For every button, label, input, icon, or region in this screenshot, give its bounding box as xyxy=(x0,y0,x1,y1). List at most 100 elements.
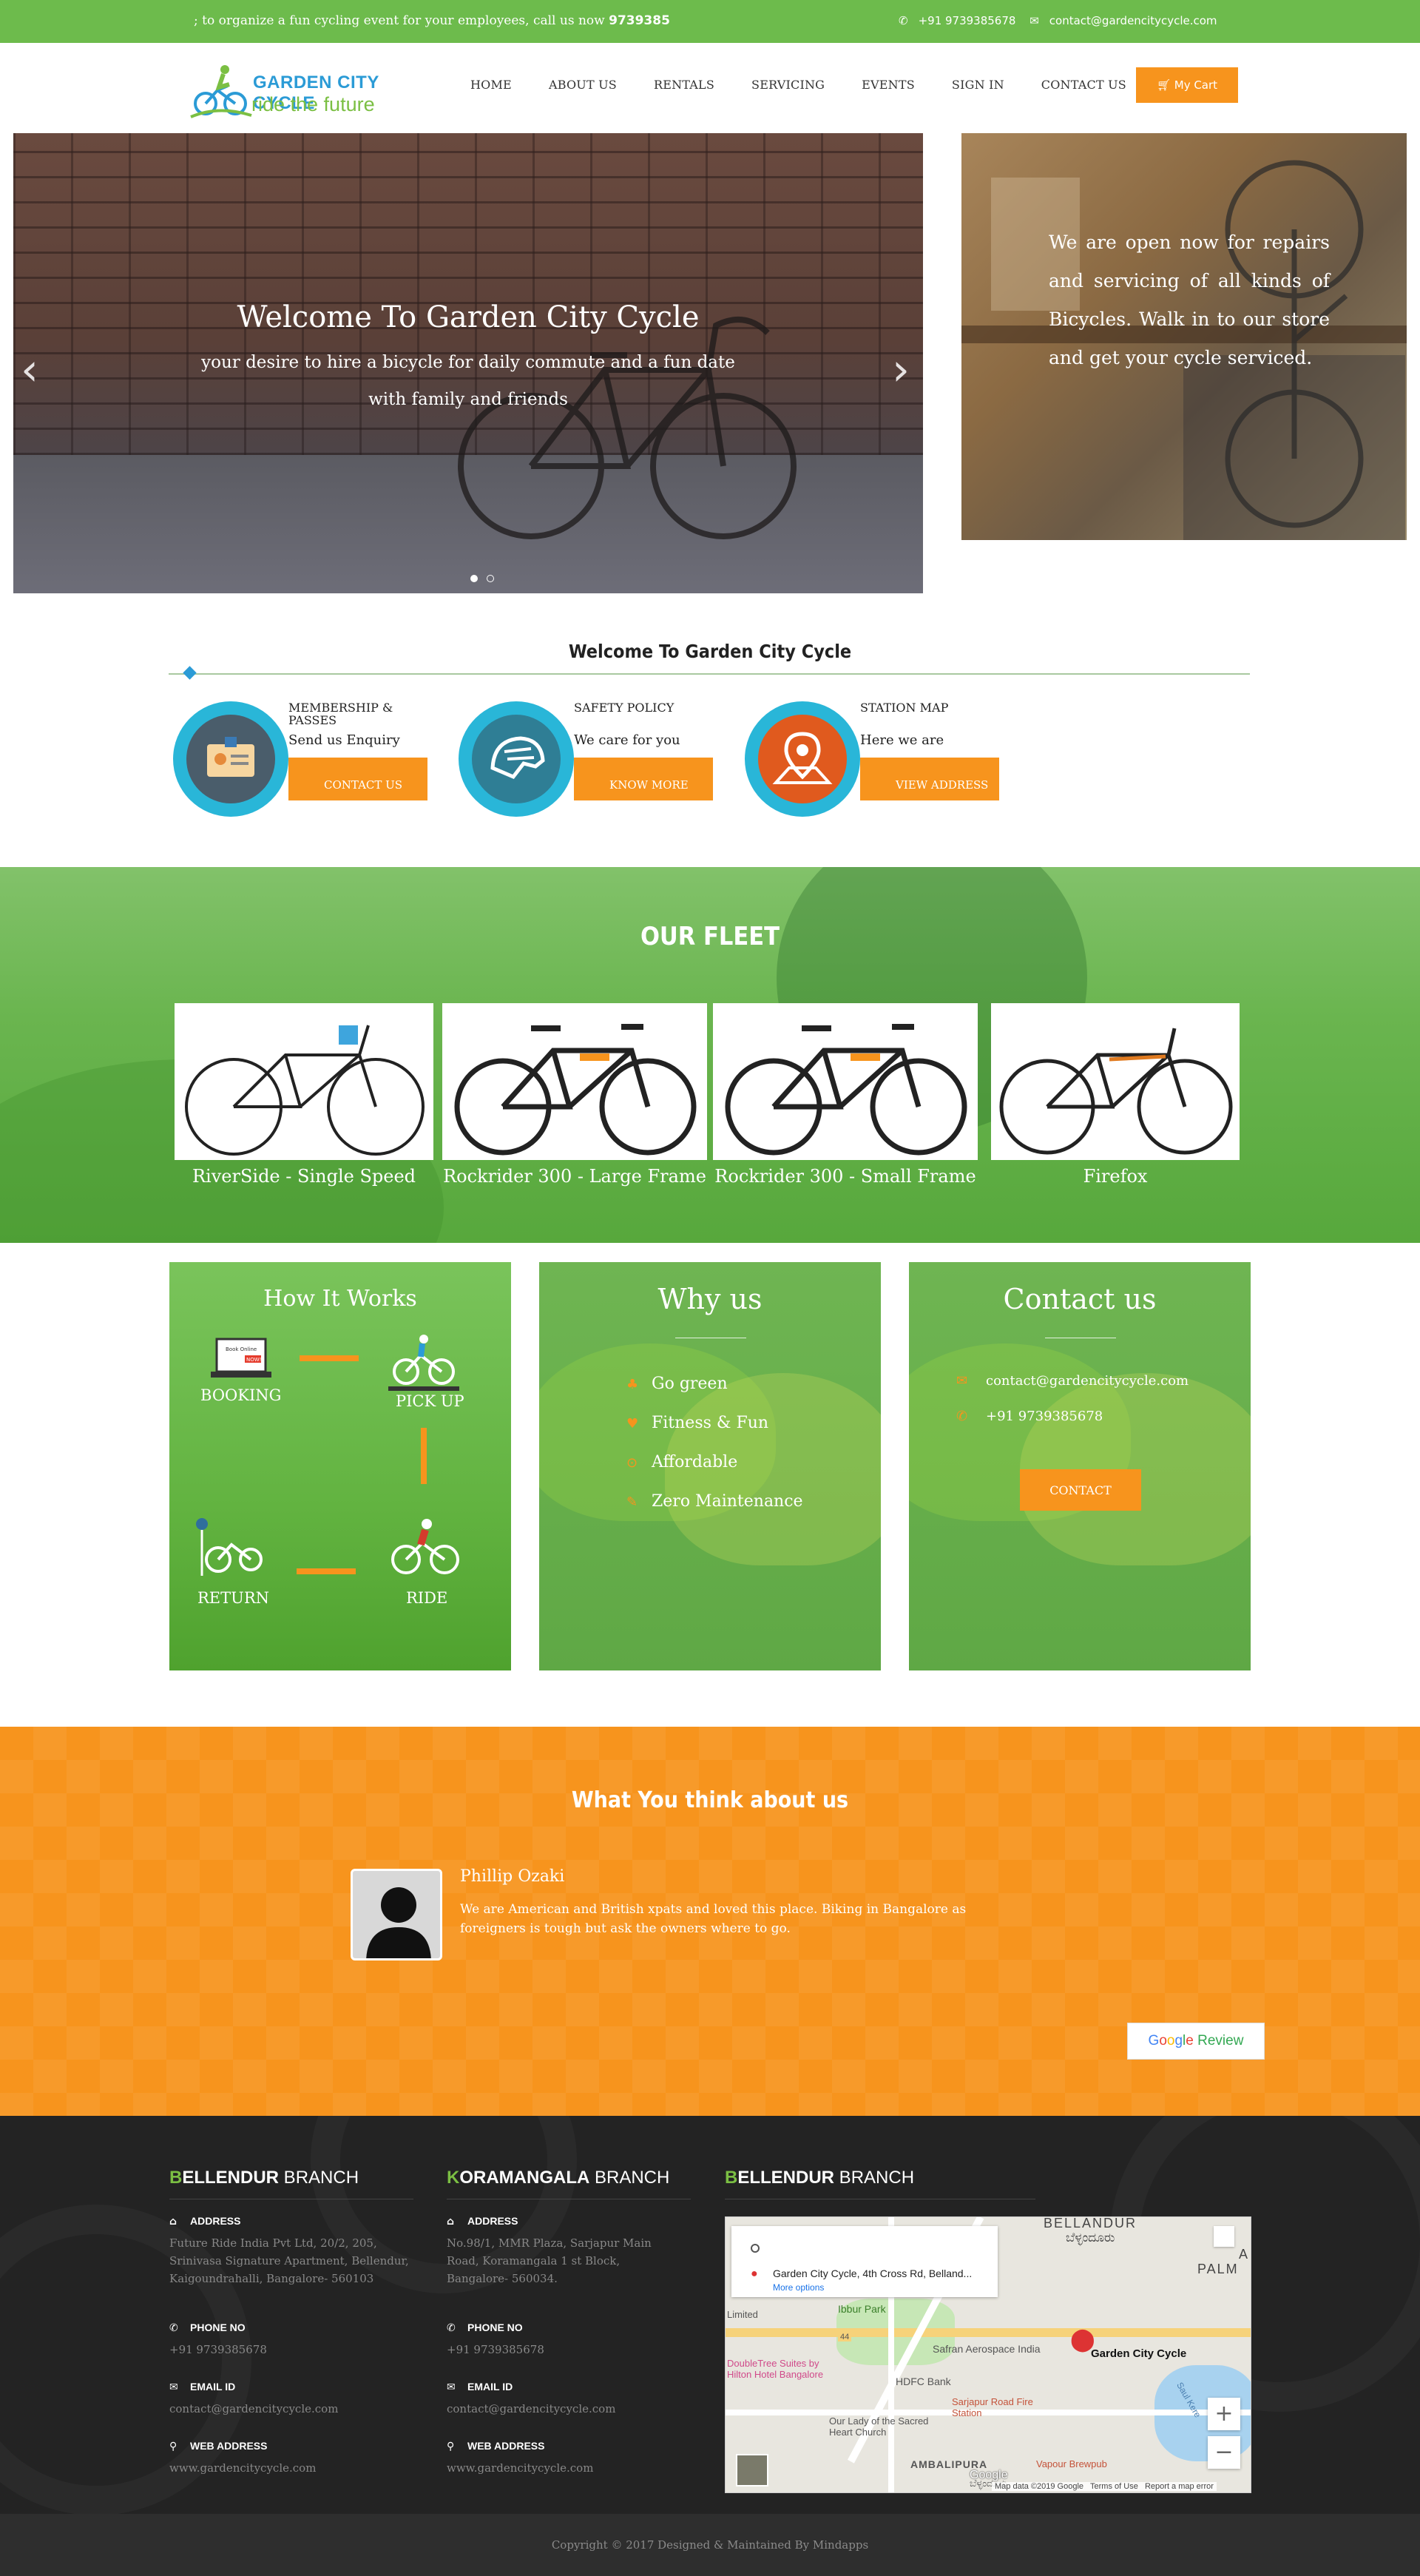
bike-name[interactable]: Firefox xyxy=(991,1166,1240,1187)
zoom-in-button[interactable]: + xyxy=(1208,2398,1240,2430)
step-pick-up: PICK UP xyxy=(396,1392,464,1410)
feature-desc: Here we are xyxy=(860,732,944,748)
announcement-phone: 9739385 xyxy=(609,13,670,28)
contact-button[interactable]: CONTACT xyxy=(1020,1469,1141,1511)
bicycle-image xyxy=(725,1024,967,1156)
bike-card-firefox[interactable] xyxy=(991,1003,1240,1160)
my-cart-button[interactable]: 🛒︎ My Cart xyxy=(1136,67,1238,103)
feature-label: SAFETY POLICY xyxy=(574,701,674,715)
envelope-icon: ✉ xyxy=(956,1373,968,1389)
map-label: Sarjapur Road Fire Station xyxy=(952,2396,1033,2418)
cart-label: My Cart xyxy=(1174,78,1218,92)
bike-card-rockrider-large[interactable] xyxy=(442,1003,707,1160)
top-phone[interactable]: +91 9739385678 xyxy=(919,14,1016,27)
branch-koramangala: KORAMANGALA BRANCH xyxy=(447,2168,691,2199)
contact-us-panel: Contact us ✉ contact@gardencitycycle.com … xyxy=(909,1262,1251,1670)
nav-home[interactable]: HOME xyxy=(470,78,512,92)
step-return: RETURN xyxy=(197,1589,270,1607)
wrench-icon: ✎ xyxy=(626,1494,638,1510)
carousel-next-arrow-icon[interactable]: › xyxy=(892,344,910,396)
map-label: Vapour Brewpub xyxy=(1036,2458,1107,2469)
testimonials-title: What You think about us xyxy=(571,1787,849,1813)
hero-carousel[interactable]: Welcome To Garden City Cycle your desire… xyxy=(13,133,923,593)
nav-about-us[interactable]: ABOUT US xyxy=(549,78,617,92)
branch-web[interactable]: www.gardencitycycle.com xyxy=(169,2459,316,2477)
map-place-name: Garden City Cycle, 4th Cross Rd, Belland… xyxy=(773,2268,973,2279)
contact-phone-line[interactable]: ✆ +91 9739385678 xyxy=(956,1409,1103,1424)
google-review-button[interactable]: Google Review xyxy=(1127,2023,1265,2060)
fleet-section: OUR FLEET RiverSide - Single Speed Rockr… xyxy=(0,867,1420,1243)
branch-web[interactable]: www.gardencitycycle.com xyxy=(447,2459,593,2477)
web-heading: ⚲ WEB ADDRESS xyxy=(169,2440,268,2452)
map-label: Our Lady of the Sacred Heart Church xyxy=(829,2415,929,2438)
map-label: ಬೆಳ್ಳಂದೂರು xyxy=(1066,2231,1115,2245)
why-item-fitness: ♥ Fitness & Fun xyxy=(626,1414,769,1432)
divider xyxy=(169,673,1250,675)
satellite-toggle[interactable] xyxy=(736,2454,768,2486)
cyclist-logo-icon xyxy=(190,65,252,118)
address-heading: ⌂ ADDRESS xyxy=(169,2215,241,2228)
phone-icon: ✆ xyxy=(899,14,908,27)
site-header: GARDEN CITY CYCLE ride the future HOME A… xyxy=(0,43,1420,132)
bicycle-image xyxy=(454,1024,697,1156)
testimonial-name: Phillip Ozaki xyxy=(460,1867,565,1886)
station-circle xyxy=(745,701,860,817)
bike-card-rockrider-small[interactable] xyxy=(713,1003,978,1160)
arrow-down-icon xyxy=(421,1428,427,1484)
branch-email[interactable]: contact@gardencitycycle.com xyxy=(169,2400,338,2418)
leaf-icon: ♣ xyxy=(626,1377,639,1392)
top-email[interactable]: contact@gardencitycycle.com xyxy=(1049,14,1217,27)
brand-tagline: ride the future xyxy=(251,93,375,115)
map-label: BELLANDUR xyxy=(1044,2216,1137,2231)
hero-title: Welcome To Garden City Cycle xyxy=(237,300,700,334)
know-more-button[interactable]: KNOW MORE xyxy=(574,758,713,800)
hero-subtitle: your desire to hire a bicycle for daily … xyxy=(201,353,735,409)
link-icon: ⚲ xyxy=(169,2441,178,2452)
feature-safety: SAFETY POLICY We care for you KNOW MORE xyxy=(459,701,725,820)
branch-address: Future Ride India Pvt Ltd, 20/2, 205, Sr… xyxy=(169,2236,409,2285)
laptop-screen-text: Book Online xyxy=(226,1346,257,1352)
bike-name[interactable]: Rockrider 300 - Large Frame xyxy=(442,1166,707,1187)
web-heading: ⚲ WEB ADDRESS xyxy=(447,2440,545,2452)
divider-diamond-icon xyxy=(183,666,197,680)
carousel-dot-2[interactable] xyxy=(487,575,494,582)
email-heading: ✉ EMAIL ID xyxy=(447,2381,513,2393)
nav-rentals[interactable]: RENTALS xyxy=(654,78,714,92)
announcement-text: ; to organize a fun cycling event for yo… xyxy=(194,13,609,28)
bike-name[interactable]: Rockrider 300 - Small Frame xyxy=(713,1166,978,1187)
google-map[interactable]: ● Garden City Cycle, 4th Cross Rd, Bella… xyxy=(725,2216,1251,2493)
bike-name[interactable]: RiverSide - Single Speed xyxy=(175,1166,433,1187)
welcome-title: Welcome To Garden City Cycle xyxy=(568,641,852,662)
feature-label: STATION MAP xyxy=(860,701,949,715)
carousel-dot-1[interactable] xyxy=(470,575,478,582)
ride-cyclist-icon xyxy=(391,1519,459,1574)
branch-email[interactable]: contact@gardencitycycle.com xyxy=(447,2400,615,2418)
step-booking: BOOKING xyxy=(200,1386,282,1404)
envelope-icon: ✉ xyxy=(1030,14,1039,27)
bike-card-riverside[interactable] xyxy=(175,1003,433,1160)
contact-us-button[interactable]: CONTACT US xyxy=(288,758,427,800)
branch-phone[interactable]: +91 9739385678 xyxy=(447,2341,544,2358)
fleet-title: OUR FLEET xyxy=(640,922,780,951)
branch-phone[interactable]: +91 9739385678 xyxy=(169,2341,267,2358)
why-item-affordable: ⊙ Affordable xyxy=(626,1453,738,1471)
helmet-icon xyxy=(472,715,561,803)
zoom-out-button[interactable]: − xyxy=(1208,2436,1240,2469)
street-view-icon[interactable] xyxy=(1214,2226,1234,2247)
pick-up-cyclist-icon xyxy=(388,1335,459,1391)
view-address-button[interactable]: VIEW ADDRESS xyxy=(860,758,999,800)
nav-servicing[interactable]: SERVICING xyxy=(751,78,825,92)
carousel-indicators xyxy=(470,571,503,585)
why-us-title: Why us xyxy=(657,1283,763,1315)
nav-events[interactable]: EVENTS xyxy=(862,78,915,92)
map-more-options[interactable]: More options xyxy=(773,2282,824,2293)
announcement-marquee: ; to organize a fun cycling event for yo… xyxy=(194,10,697,31)
nav-contact-us[interactable]: CONTACT US xyxy=(1041,78,1126,92)
logo[interactable]: GARDEN CITY CYCLE ride the future xyxy=(189,61,426,123)
nav-sign-in[interactable]: SIGN IN xyxy=(952,78,1004,92)
heart-icon: ♥ xyxy=(626,1416,639,1432)
contact-email-line[interactable]: ✉ contact@gardencitycycle.com xyxy=(956,1373,1189,1389)
phone-heading: ✆ PHONE NO xyxy=(169,2322,246,2334)
carousel-prev-arrow-icon[interactable]: ‹ xyxy=(21,344,38,396)
origin-circle-icon xyxy=(751,2244,760,2253)
